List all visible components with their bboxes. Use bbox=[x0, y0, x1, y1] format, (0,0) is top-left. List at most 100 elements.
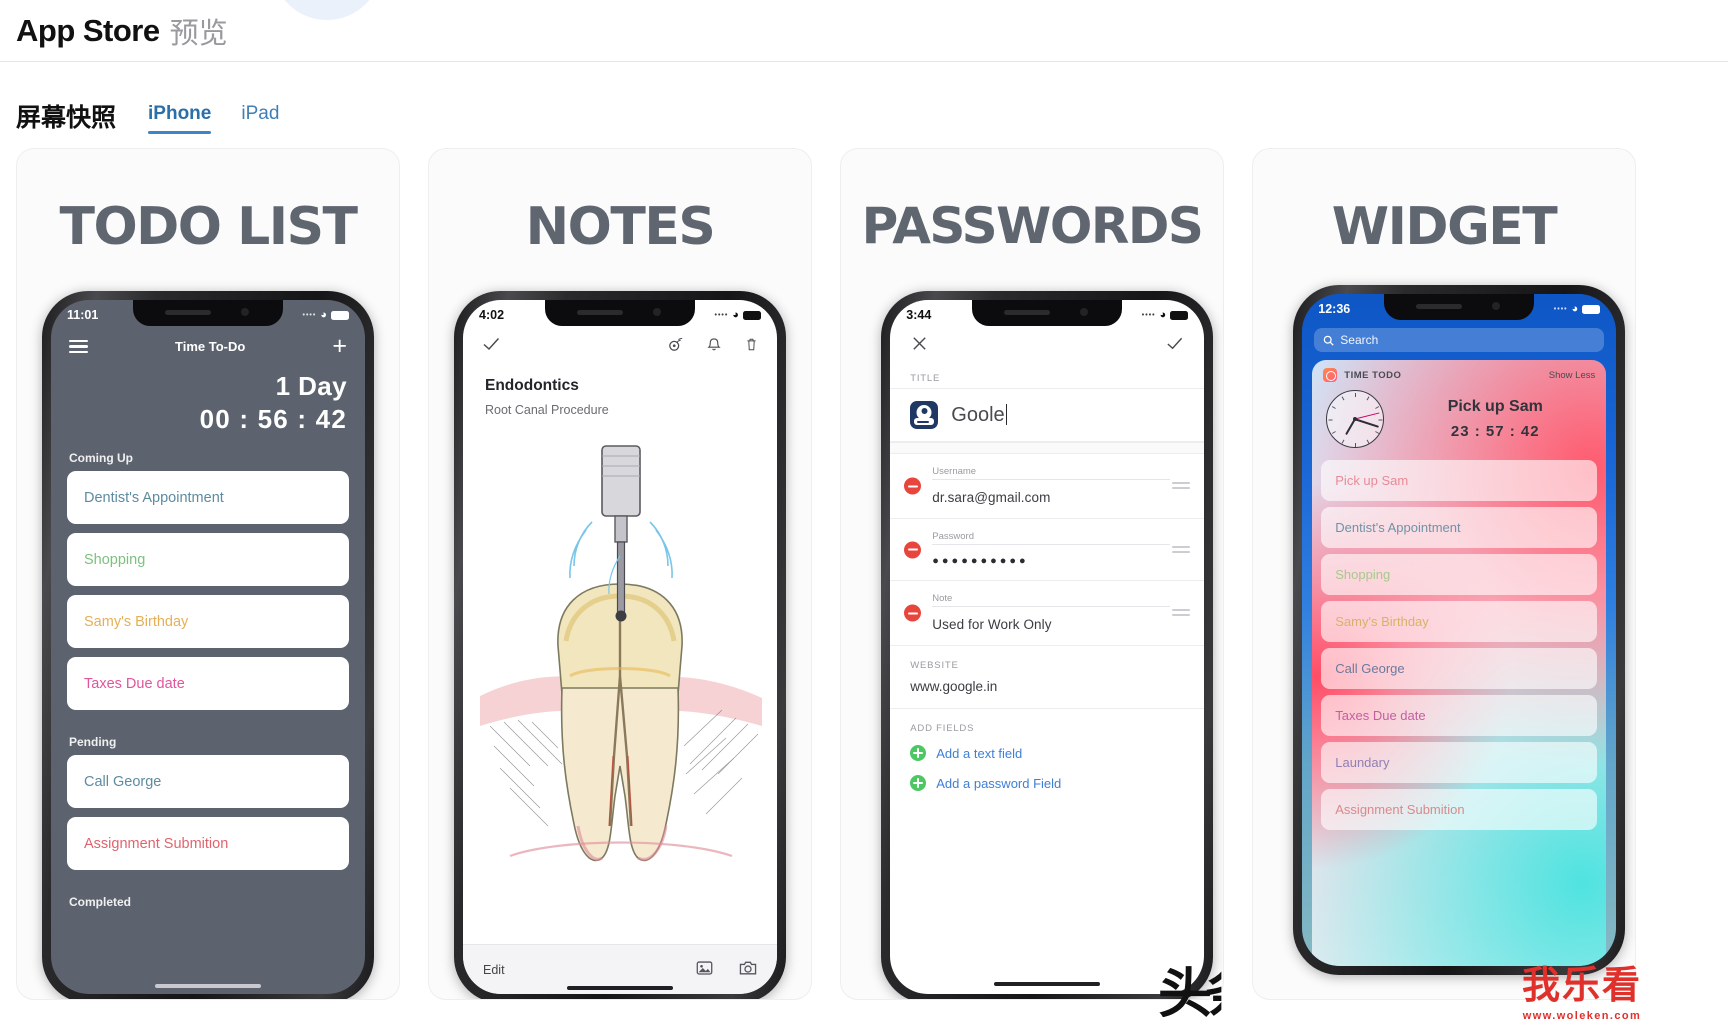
website-label: WEBSITE bbox=[910, 660, 959, 671]
photo-icon[interactable] bbox=[696, 960, 713, 979]
phone-screen-passwords: 3:44 •••• ◕ TITLE Goole Username dr.sara… bbox=[890, 300, 1205, 994]
status-bar: 12:36 •••• ◕ bbox=[1302, 294, 1616, 324]
list-item[interactable]: Taxes Due date bbox=[1321, 695, 1598, 736]
field-value[interactable]: dr.sara@gmail.com bbox=[890, 480, 1204, 516]
tooth-root-canal-sketch bbox=[463, 426, 777, 934]
field-label: Note bbox=[932, 593, 953, 604]
screenshot-card-notes[interactable]: NOTES 4:02 •••• ◕ Endodontics Root Canal… bbox=[428, 148, 812, 1000]
todo-item-label: Shopping bbox=[84, 551, 146, 568]
todo-item-label: Dentist's Appointment bbox=[84, 489, 224, 506]
camera-icon[interactable] bbox=[739, 960, 757, 979]
card-title-todo: TODO LIST bbox=[59, 197, 358, 257]
field-username[interactable]: Username dr.sara@gmail.com bbox=[890, 454, 1205, 519]
list-item[interactable]: Pick up Sam bbox=[1321, 460, 1598, 501]
drag-handle-icon[interactable] bbox=[1172, 482, 1191, 490]
tab-ipad[interactable]: iPad bbox=[241, 103, 279, 134]
list-item[interactable]: Assignment Submition bbox=[67, 817, 349, 870]
search-input[interactable]: Search bbox=[1314, 328, 1605, 352]
section-label-completed: Completed bbox=[69, 895, 132, 909]
field-password[interactable]: Password ●●●●●●●●●● bbox=[890, 519, 1205, 581]
list-item[interactable]: Shopping bbox=[67, 533, 349, 586]
list-item[interactable]: Call George bbox=[67, 755, 349, 808]
list-item[interactable]: Assignment Submition bbox=[1321, 789, 1598, 830]
add-password-field-button[interactable]: Add a password Field bbox=[890, 768, 1204, 798]
home-indicator bbox=[155, 984, 261, 988]
trash-icon[interactable] bbox=[744, 336, 759, 358]
time-todo-widget[interactable]: TIME TODO Show Less Pick up Sam 23: 57 … bbox=[1312, 360, 1607, 966]
app-store-subtitle: 预览 bbox=[169, 17, 228, 50]
add-text-field-button[interactable]: Add a text field bbox=[890, 738, 1204, 768]
plus-icon[interactable]: + bbox=[332, 334, 347, 359]
field-value[interactable]: ●●●●●●●●●● bbox=[890, 545, 1204, 578]
title-field-value[interactable]: Goole bbox=[951, 403, 1008, 427]
list-item[interactable]: Samy's Birthday bbox=[67, 595, 349, 648]
wifi-icon: ◕ bbox=[732, 309, 739, 321]
bell-icon[interactable] bbox=[706, 336, 722, 358]
widget-item-label: Assignment Submition bbox=[1335, 802, 1465, 817]
widget-item-label: Taxes Due date bbox=[1335, 708, 1426, 723]
signal-icon: •••• bbox=[714, 311, 729, 319]
battery-icon bbox=[331, 310, 349, 320]
edit-button[interactable]: Edit bbox=[483, 963, 505, 977]
todo-item-label: Assignment Submition bbox=[84, 835, 229, 852]
widget-app-name: TIME TODO bbox=[1344, 369, 1402, 381]
screenshot-card-passwords[interactable]: PASSWORDS 3:44 •••• ◕ TITLE Goole Userna… bbox=[840, 148, 1224, 1000]
hamburger-icon[interactable] bbox=[69, 339, 88, 354]
signal-icon: •••• bbox=[1141, 311, 1156, 319]
plus-circle-icon bbox=[910, 775, 927, 791]
phone-mockup-todo: 11:01 •••• ◕ Time To-Do + 1 Day 00 : 56 … bbox=[42, 291, 374, 999]
todo-nav-title: Time To-Do bbox=[175, 339, 246, 354]
minus-circle-icon[interactable] bbox=[904, 604, 922, 622]
note-title: Endodontics bbox=[485, 377, 579, 394]
field-label: Password bbox=[932, 531, 974, 542]
status-time: 4:02 bbox=[479, 308, 505, 322]
battery-icon bbox=[743, 310, 761, 320]
add-text-field-label: Add a text field bbox=[936, 745, 1023, 761]
list-item[interactable]: Taxes Due date bbox=[67, 657, 349, 710]
close-icon[interactable] bbox=[910, 334, 929, 359]
section-label-pending: Pending bbox=[69, 735, 117, 749]
widget-countdown: 23 : 57 : 42 bbox=[1450, 423, 1540, 440]
card-title-widget: WIDGET bbox=[1331, 197, 1558, 257]
phone-mockup-passwords: 3:44 •••• ◕ TITLE Goole Username dr.sara… bbox=[881, 291, 1214, 999]
show-less-button[interactable]: Show Less bbox=[1549, 370, 1595, 381]
drag-handle-icon[interactable] bbox=[1172, 609, 1191, 617]
screenshot-card-todo-list[interactable]: TODO LIST 11:01 •••• ◕ Time To-Do + 1 Da… bbox=[16, 148, 400, 1000]
status-bar: 11:01 •••• ◕ bbox=[51, 300, 365, 330]
widget-item-label: Dentist's Appointment bbox=[1335, 520, 1461, 535]
website-value[interactable]: www.google.in bbox=[890, 675, 1205, 709]
signal-icon: •••• bbox=[302, 311, 317, 319]
todo-item-label: Samy's Birthday bbox=[84, 613, 189, 630]
minus-circle-icon[interactable] bbox=[904, 541, 922, 558]
list-item[interactable]: Samy's Birthday bbox=[1321, 601, 1598, 642]
list-item[interactable]: Laundary bbox=[1321, 742, 1598, 783]
widget-header: TIME TODO Show Less bbox=[1312, 360, 1606, 386]
wifi-icon: ◕ bbox=[320, 309, 327, 321]
check-icon[interactable] bbox=[1165, 334, 1184, 359]
widget-summary: Pick up Sam 23 : 57 : 42 bbox=[1312, 386, 1606, 460]
check-icon[interactable] bbox=[481, 334, 501, 359]
screenshot-strip: TODO LIST 11:01 •••• ◕ Time To-Do + 1 Da… bbox=[0, 148, 1728, 1000]
search-placeholder: Search bbox=[1340, 333, 1379, 347]
screenshots-tabs-row: 屏幕快照 iPhone iPad bbox=[0, 62, 1728, 134]
minus-circle-icon[interactable] bbox=[904, 477, 922, 495]
passwords-navbar bbox=[890, 330, 1204, 359]
tab-iphone[interactable]: iPhone bbox=[148, 103, 212, 134]
list-item[interactable]: Dentist's Appointment bbox=[1321, 507, 1598, 548]
password-app-icon bbox=[910, 401, 939, 429]
field-value[interactable]: Used for Work Only bbox=[890, 607, 1204, 643]
list-item[interactable]: Shopping bbox=[1321, 554, 1598, 595]
field-note[interactable]: Note Used for Work Only bbox=[890, 581, 1205, 646]
battery-icon bbox=[1582, 304, 1601, 314]
battery-icon bbox=[1170, 310, 1189, 320]
drag-handle-icon[interactable] bbox=[1172, 545, 1191, 554]
section-label-coming-up: Coming Up bbox=[69, 451, 133, 465]
list-item[interactable]: Dentist's Appointment bbox=[67, 471, 349, 524]
list-item[interactable]: Call George bbox=[1321, 648, 1598, 689]
screenshot-card-widget[interactable]: WIDGET 12:36 •••• ◕ Search TIME TODO Sho… bbox=[1252, 148, 1636, 1000]
app-store-title: App Store bbox=[16, 12, 160, 48]
voice-record-icon[interactable] bbox=[667, 336, 684, 358]
widget-headline: Pick up Sam bbox=[1447, 398, 1543, 415]
title-field-row[interactable]: Goole bbox=[890, 388, 1205, 442]
status-time: 3:44 bbox=[906, 308, 932, 322]
